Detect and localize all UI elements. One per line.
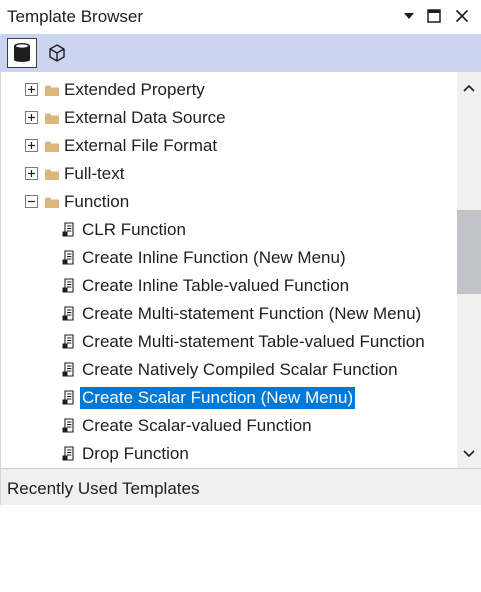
scroll-thumb[interactable] xyxy=(457,210,481,294)
template-file-icon xyxy=(62,334,74,349)
tree-node-label: Create Natively Compiled Scalar Function xyxy=(82,360,398,379)
tree-template-node[interactable]: Create Multi-statement Function (New Men… xyxy=(1,300,457,328)
analysis-services-templates-button[interactable] xyxy=(42,38,72,68)
cube-icon xyxy=(49,44,65,62)
tree-folder-node[interactable]: Extended Property xyxy=(1,76,457,104)
close-icon xyxy=(455,9,469,23)
tree-node-label: Full-text xyxy=(64,164,125,183)
template-tree[interactable]: Extended Property External Data Source Ext… xyxy=(0,72,457,468)
tree-node-label: Create Inline Table-valued Function xyxy=(82,276,350,295)
window-position-dropdown[interactable] xyxy=(398,5,420,27)
tree-template-node[interactable]: Create Natively Compiled Scalar Function xyxy=(1,356,457,384)
tree-template-node[interactable]: CLR Function xyxy=(1,216,457,244)
tree-folder-node[interactable]: Function xyxy=(1,188,457,216)
tree-node-label: Function xyxy=(64,192,130,211)
template-browser-panel: Template Browser Extended Property Exter… xyxy=(0,0,481,505)
chevron-down-icon xyxy=(463,450,475,458)
tree-node-label: Create Multi-statement Function (New Men… xyxy=(82,304,422,323)
tree-node-label: External File Format xyxy=(64,136,218,155)
expand-icon[interactable] xyxy=(25,83,38,96)
chevron-up-icon xyxy=(463,84,475,92)
folder-icon xyxy=(45,197,59,208)
tree-template-node[interactable]: Create Scalar Function (New Menu) xyxy=(1,384,457,412)
template-file-icon xyxy=(62,362,74,377)
template-file-icon xyxy=(62,222,74,237)
tree-node-label: Create Multi-statement Table-valued Func… xyxy=(82,332,425,351)
maximize-icon xyxy=(427,9,441,23)
tree-node-label: Create Inline Function (New Menu) xyxy=(82,248,346,267)
sql-server-templates-button[interactable] xyxy=(7,38,37,68)
tree-folder-node[interactable]: Full-text xyxy=(1,160,457,188)
close-button[interactable] xyxy=(451,5,473,27)
dropdown-arrow-icon xyxy=(404,13,414,19)
tree-node-label: Create Scalar-valued Function xyxy=(82,416,312,435)
recently-used-templates-bar[interactable]: Recently Used Templates xyxy=(0,468,481,505)
title-bar[interactable]: Template Browser xyxy=(0,0,481,34)
collapse-icon[interactable] xyxy=(25,195,38,208)
tree-template-node[interactable]: Create Inline Function (New Menu) xyxy=(1,244,457,272)
expand-icon[interactable] xyxy=(25,139,38,152)
template-file-icon xyxy=(62,418,74,433)
tree-node-label: Drop Function xyxy=(82,444,189,463)
tree-template-node[interactable]: Drop Function xyxy=(1,440,457,468)
tree-folder-node[interactable]: External File Format xyxy=(1,132,457,160)
tree-node-label: External Data Source xyxy=(64,108,226,127)
scroll-up-button[interactable] xyxy=(457,76,481,100)
tree-template-node[interactable]: Create Multi-statement Table-valued Func… xyxy=(1,328,457,356)
template-file-icon xyxy=(62,250,74,265)
recently-used-templates-label: Recently Used Templates xyxy=(7,479,200,498)
toolbar xyxy=(0,34,481,72)
expand-icon[interactable] xyxy=(25,111,38,124)
database-icon xyxy=(14,43,30,62)
expand-icon[interactable] xyxy=(25,167,38,180)
template-file-icon xyxy=(62,278,74,293)
tree-node-label: CLR Function xyxy=(82,220,186,239)
panel-title: Template Browser xyxy=(7,7,144,26)
scroll-down-button[interactable] xyxy=(457,442,481,466)
vertical-scrollbar[interactable] xyxy=(457,72,481,468)
folder-icon xyxy=(45,85,59,96)
selected-template-label: Create Scalar Function (New Menu) xyxy=(80,387,356,409)
tree-node-label: Extended Property xyxy=(64,80,205,99)
maximize-button[interactable] xyxy=(423,5,445,27)
tree-template-node[interactable]: Create Inline Table-valued Function xyxy=(1,272,457,300)
folder-icon xyxy=(45,141,59,152)
tree-folder-node[interactable]: External Data Source xyxy=(1,104,457,132)
folder-icon xyxy=(45,113,59,124)
template-file-icon xyxy=(62,306,74,321)
folder-icon xyxy=(45,169,59,180)
template-file-icon xyxy=(62,446,74,461)
template-file-icon xyxy=(62,390,74,405)
tree-template-node[interactable]: Create Scalar-valued Function xyxy=(1,412,457,440)
